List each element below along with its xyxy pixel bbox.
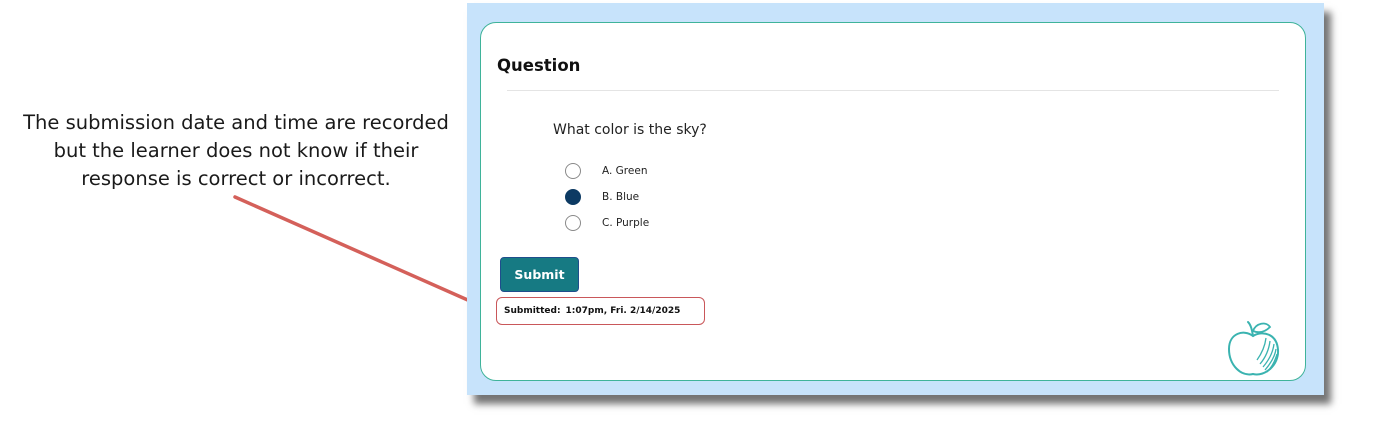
annotation-text: The submission date and time are recorde… [0, 109, 472, 193]
submission-status: Submitted: 1:07pm, Fri. 2/14/2025 [496, 297, 705, 325]
question-heading: Question [497, 56, 581, 75]
annotation-line: The submission date and time are recorde… [23, 111, 449, 134]
option-label: A. Green [602, 165, 648, 177]
radio-button-selected[interactable] [565, 189, 581, 205]
question-card: Question What color is the sky? A. Green… [480, 22, 1306, 381]
radio-button[interactable] [565, 163, 581, 179]
option-label: C. Purple [602, 217, 650, 229]
annotation-line: but the learner does not know if their [53, 139, 419, 162]
annotation-line: response is correct or incorrect. [81, 167, 391, 190]
submit-button[interactable]: Submit [500, 257, 579, 292]
apple-icon [1227, 321, 1280, 376]
radio-button[interactable] [565, 215, 581, 231]
option-green[interactable]: A. Green [565, 161, 647, 181]
option-purple[interactable]: C. Purple [565, 213, 649, 233]
page: The submission date and time are recorde… [0, 0, 1376, 432]
question-text: What color is the sky? [553, 122, 707, 138]
submission-time: 1:07pm, Fri. 2/14/2025 [565, 306, 681, 316]
screenshot-frame: Question What color is the sky? A. Green… [467, 3, 1324, 395]
option-label: B. Blue [602, 191, 640, 203]
submission-label: Submitted: [504, 306, 561, 316]
option-blue[interactable]: B. Blue [565, 187, 639, 207]
divider [507, 90, 1279, 91]
